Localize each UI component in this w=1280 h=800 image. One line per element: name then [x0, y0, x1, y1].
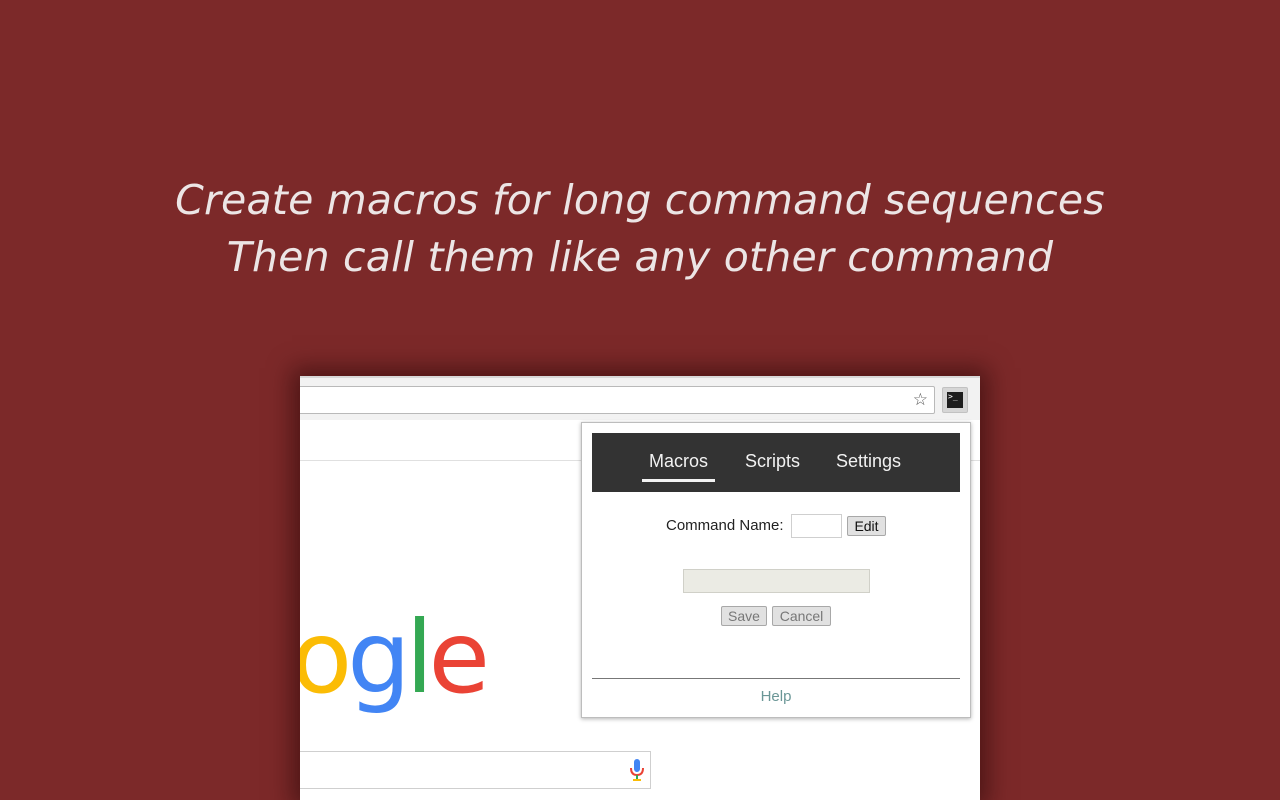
- browser-window: ☆ >_ ogle Macros Scripts Settings Comman…: [300, 376, 980, 800]
- terminal-icon: >_: [947, 392, 963, 408]
- headline-line-2: Then call them like any other command: [226, 233, 1054, 281]
- cancel-button[interactable]: Cancel: [772, 606, 831, 626]
- popup-tab-bar: Macros Scripts Settings: [592, 433, 960, 492]
- microphone-icon[interactable]: [630, 759, 644, 781]
- headline-line-1: Create macros for long command sequences: [175, 176, 1105, 224]
- edit-button[interactable]: Edit: [847, 516, 886, 536]
- help-link[interactable]: Help: [582, 688, 970, 705]
- active-tab-indicator: [642, 479, 715, 482]
- tab-scripts[interactable]: Scripts: [745, 450, 800, 472]
- google-search-input[interactable]: [300, 751, 651, 789]
- address-bar[interactable]: ☆: [300, 386, 935, 414]
- google-logo: ogle: [300, 599, 490, 716]
- command-name-label: Command Name:: [666, 517, 784, 534]
- popup-footer-divider: [592, 678, 960, 679]
- macro-sequence-field: [683, 569, 870, 593]
- browser-toolbar: ☆ >_: [300, 376, 980, 420]
- save-button[interactable]: Save: [721, 606, 767, 626]
- command-name-row: Command Name: Edit: [582, 514, 970, 538]
- headline: Create macros for long command sequences…: [0, 172, 1280, 286]
- extension-popup: Macros Scripts Settings Command Name: Ed…: [581, 422, 971, 718]
- star-outline-icon[interactable]: ☆: [913, 390, 928, 410]
- tab-settings[interactable]: Settings: [836, 450, 901, 472]
- terminal-extension-button[interactable]: >_: [942, 387, 968, 413]
- command-name-input[interactable]: [791, 514, 842, 538]
- tab-macros[interactable]: Macros: [649, 450, 708, 472]
